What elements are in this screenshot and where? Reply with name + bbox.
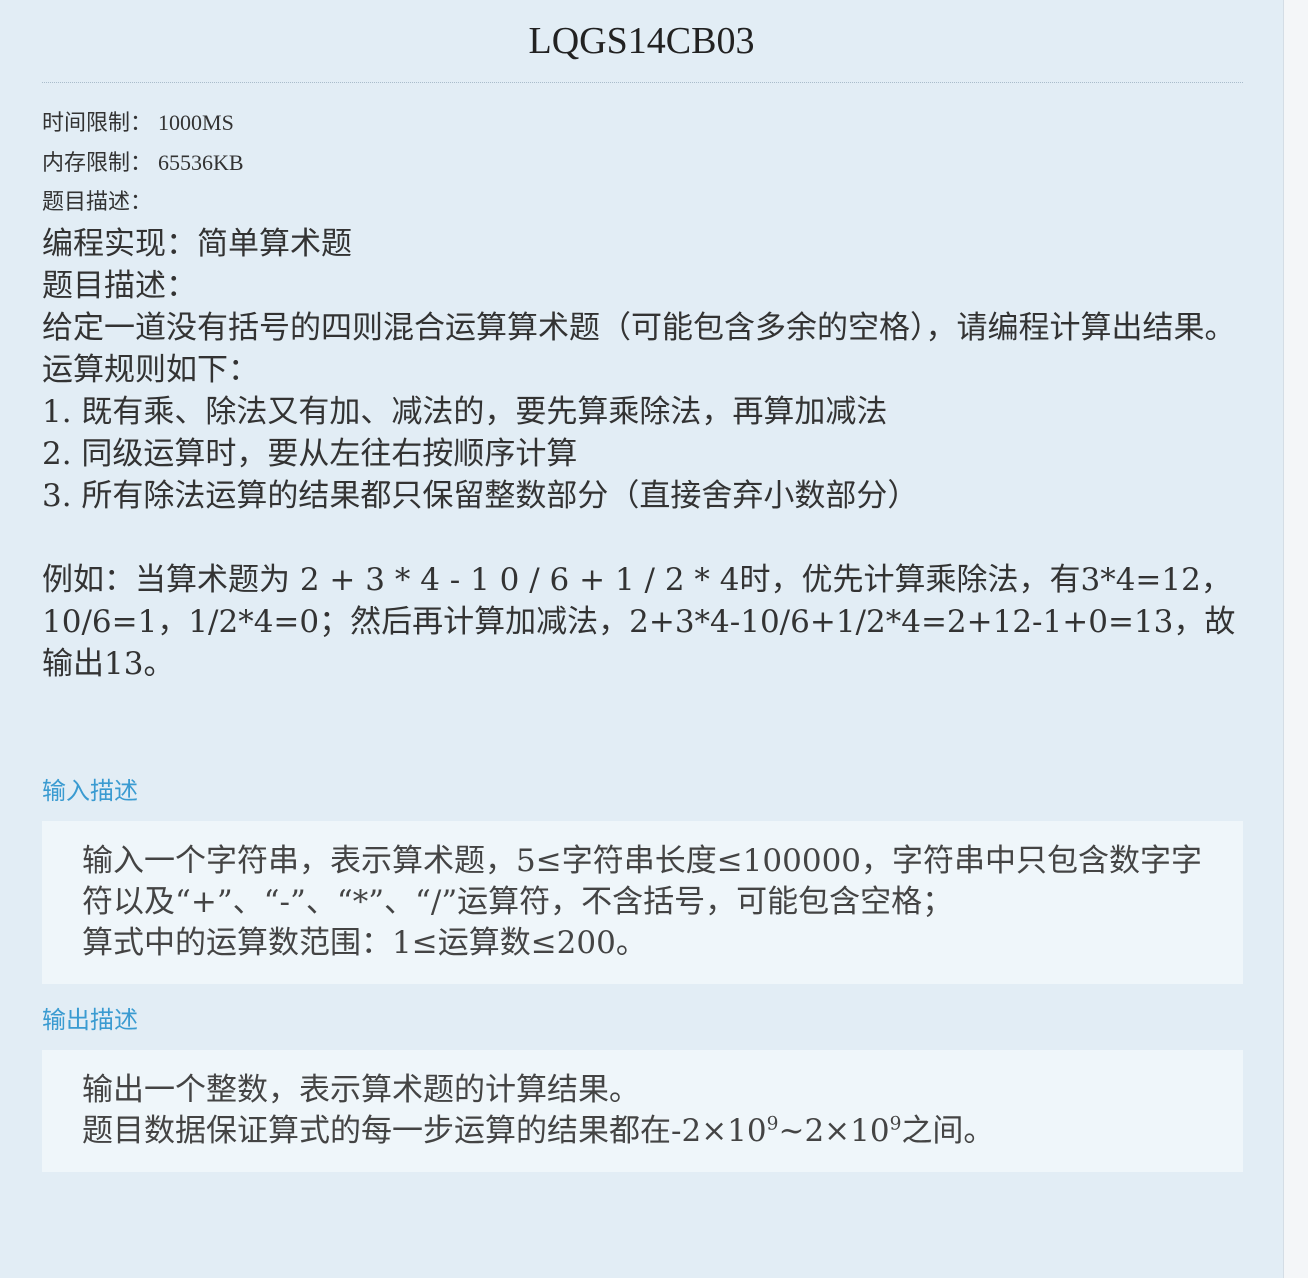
input-section-label: 输入描述 xyxy=(42,778,138,805)
time-limit-label: 时间限制： xyxy=(42,111,153,136)
time-limit: 时间限制： 1000MS xyxy=(42,103,1283,143)
time-limit-value: 1000MS xyxy=(158,110,234,135)
desc-line xyxy=(42,517,1241,559)
memory-limit-label: 内存限制： xyxy=(42,151,153,176)
output-desc-line: 输出一个整数，表示算术题的计算结果。 xyxy=(82,1072,640,1108)
input-section-box: 输入一个字符串，表示算术题，5≤字符串长度≤100000，字符串中只包含数字字符… xyxy=(42,821,1243,984)
output-section-box: 输出一个整数，表示算术题的计算结果。 题目数据保证算式的每一步运算的结果都在-2… xyxy=(42,1050,1243,1172)
range-suffix: 之间。 xyxy=(901,1113,995,1149)
output-section-label: 输出描述 xyxy=(42,1007,138,1034)
page-title: LQGS14CB03 xyxy=(528,20,755,62)
desc-line: 题目描述： xyxy=(42,268,197,304)
desc-line: 3. 所有除法运算的结果都只保留整数部分（直接舍弃小数部分） xyxy=(42,478,919,514)
input-desc-line: 算式中的运算数范围：1≤运算数≤200。 xyxy=(82,925,647,961)
input-desc-line: 输入一个字符串，表示算术题，5≤字符串长度≤100000，字符串中只包含数字字符… xyxy=(82,843,1203,920)
desc-line: 编程实现：简单算术题 xyxy=(42,226,352,262)
problem-panel: LQGS14CB03 时间限制： 1000MS 内存限制： 65536KB 题目描述… xyxy=(0,0,1284,1278)
range-exponent: 9 xyxy=(889,1113,902,1135)
memory-limit: 内存限制： 65536KB xyxy=(42,143,1283,183)
output-desc-line-range: 题目数据保证算式的每一步运算的结果都在-2×109~2×109之间。 xyxy=(82,1111,1203,1152)
meta-block: 时间限制： 1000MS 内存限制： 65536KB 题目描述： xyxy=(0,103,1283,223)
problem-description: 编程实现：简单算术题 题目描述： 给定一道没有括号的四则混合运算算术题（可能包含… xyxy=(42,223,1241,685)
range-prefix: 题目数据保证算式的每一步运算的结果都在-2×10 xyxy=(82,1113,767,1149)
range-exponent: 9 xyxy=(766,1113,779,1135)
desc-line: 2. 同级运算时，要从左往右按顺序计算 xyxy=(42,436,578,472)
memory-limit-value: 65536KB xyxy=(158,150,244,175)
desc-example: 例如：当算术题为 2 + 3 * 4 - 1 0 / 6 + 1 / 2 * 4… xyxy=(42,562,1236,682)
description-label: 题目描述： xyxy=(42,190,153,215)
desc-line: 1. 既有乘、除法又有加、减法的，要先算乘除法，再算加减法 xyxy=(42,394,888,430)
title-divider xyxy=(42,82,1243,83)
desc-line: 运算规则如下： xyxy=(42,352,259,388)
range-mid: ~2×10 xyxy=(778,1113,890,1149)
desc-line: 给定一道没有括号的四则混合运算算术题（可能包含多余的空格），请编程计算出结果。 xyxy=(42,310,1236,346)
